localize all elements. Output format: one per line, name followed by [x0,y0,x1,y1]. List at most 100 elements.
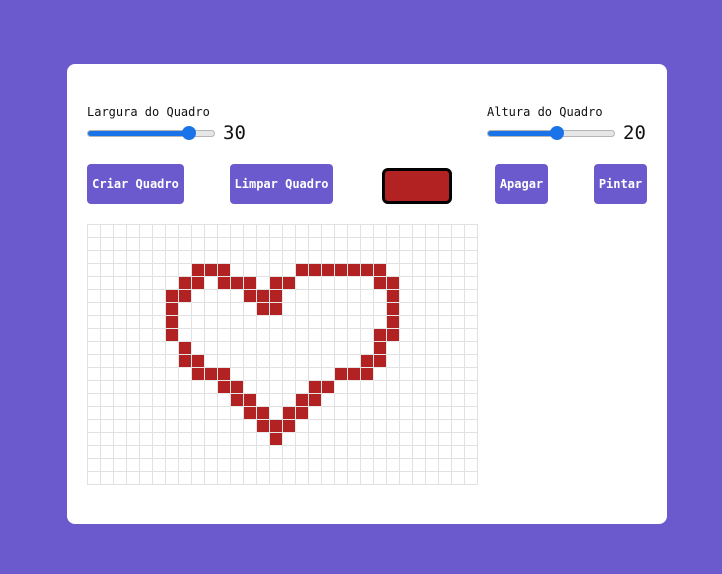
pixel-cell[interactable] [348,381,361,394]
pixel-cell[interactable] [153,251,166,264]
pixel-cell[interactable] [413,381,426,394]
pixel-cell[interactable] [114,303,127,316]
pixel-cell[interactable] [348,368,361,381]
pixel-cell[interactable] [322,459,335,472]
pixel-cell[interactable] [257,342,270,355]
pixel-cell[interactable] [231,238,244,251]
pixel-cell[interactable] [127,381,140,394]
pixel-cell[interactable] [309,251,322,264]
pixel-cell[interactable] [101,238,114,251]
pixel-cell[interactable] [413,277,426,290]
pixel-cell[interactable] [439,290,452,303]
pixel-cell[interactable] [400,407,413,420]
pixel-cell[interactable] [166,355,179,368]
pixel-cell[interactable] [387,420,400,433]
pixel-cell[interactable] [413,446,426,459]
pixel-cell[interactable] [426,342,439,355]
pixel-cell[interactable] [179,459,192,472]
pixel-cell[interactable] [153,446,166,459]
pixel-cell[interactable] [387,277,400,290]
pixel-cell[interactable] [101,433,114,446]
pixel-cell[interactable] [439,251,452,264]
pixel-cell[interactable] [452,355,465,368]
pixel-cell[interactable] [413,290,426,303]
pixel-cell[interactable] [88,329,101,342]
pixel-cell[interactable] [192,381,205,394]
pixel-cell[interactable] [283,355,296,368]
pixel-cell[interactable] [309,407,322,420]
pixel-cell[interactable] [322,251,335,264]
pixel-cell[interactable] [426,420,439,433]
pixel-cell[interactable] [387,290,400,303]
pixel-cell[interactable] [296,277,309,290]
pixel-cell[interactable] [400,225,413,238]
pixel-cell[interactable] [231,251,244,264]
pixel-cell[interactable] [257,251,270,264]
pixel-cell[interactable] [387,264,400,277]
pixel-cell[interactable] [218,407,231,420]
pixel-cell[interactable] [348,472,361,485]
pixel-cell[interactable] [387,342,400,355]
pixel-cell[interactable] [283,381,296,394]
pixel-cell[interactable] [387,368,400,381]
pixel-cell[interactable] [218,264,231,277]
pixel-cell[interactable] [166,342,179,355]
pixel-cell[interactable] [88,303,101,316]
pixel-cell[interactable] [452,446,465,459]
pixel-cell[interactable] [452,459,465,472]
pixel-cell[interactable] [244,368,257,381]
pixel-cell[interactable] [244,225,257,238]
pixel-cell[interactable] [140,277,153,290]
pixel-cell[interactable] [361,251,374,264]
pixel-cell[interactable] [166,238,179,251]
pixel-cell[interactable] [439,316,452,329]
pixel-cell[interactable] [374,329,387,342]
pixel-cell[interactable] [192,394,205,407]
pixel-cell[interactable] [140,355,153,368]
pixel-cell[interactable] [426,355,439,368]
pixel-cell[interactable] [283,420,296,433]
pixel-cell[interactable] [413,459,426,472]
pixel-cell[interactable] [244,329,257,342]
clear-board-button[interactable]: Limpar Quadro [230,164,333,204]
pixel-cell[interactable] [127,277,140,290]
pixel-cell[interactable] [231,368,244,381]
pixel-cell[interactable] [400,368,413,381]
pixel-cell[interactable] [452,329,465,342]
pixel-cell[interactable] [283,316,296,329]
pixel-cell[interactable] [114,225,127,238]
pixel-cell[interactable] [88,394,101,407]
pixel-cell[interactable] [88,381,101,394]
pixel-cell[interactable] [374,368,387,381]
pixel-cell[interactable] [270,368,283,381]
pixel-cell[interactable] [231,433,244,446]
pixel-cell[interactable] [296,290,309,303]
pixel-cell[interactable] [244,472,257,485]
pixel-cell[interactable] [179,355,192,368]
pixel-cell[interactable] [374,342,387,355]
pixel-cell[interactable] [205,355,218,368]
pixel-cell[interactable] [231,303,244,316]
pixel-cell[interactable] [257,381,270,394]
pixel-cell[interactable] [270,277,283,290]
pixel-cell[interactable] [140,329,153,342]
pixel-cell[interactable] [439,277,452,290]
pixel-cell[interactable] [374,316,387,329]
pixel-cell[interactable] [465,264,478,277]
pixel-cell[interactable] [127,368,140,381]
pixel-cell[interactable] [179,264,192,277]
pixel-cell[interactable] [231,446,244,459]
pixel-cell[interactable] [335,355,348,368]
pixel-cell[interactable] [374,420,387,433]
pixel-cell[interactable] [335,316,348,329]
pixel-cell[interactable] [140,316,153,329]
pixel-cell[interactable] [205,459,218,472]
pixel-cell[interactable] [88,407,101,420]
pixel-cell[interactable] [439,420,452,433]
pixel-cell[interactable] [387,459,400,472]
pixel-cell[interactable] [322,407,335,420]
pixel-cell[interactable] [348,225,361,238]
pixel-cell[interactable] [114,420,127,433]
pixel-cell[interactable] [140,342,153,355]
pixel-cell[interactable] [413,407,426,420]
